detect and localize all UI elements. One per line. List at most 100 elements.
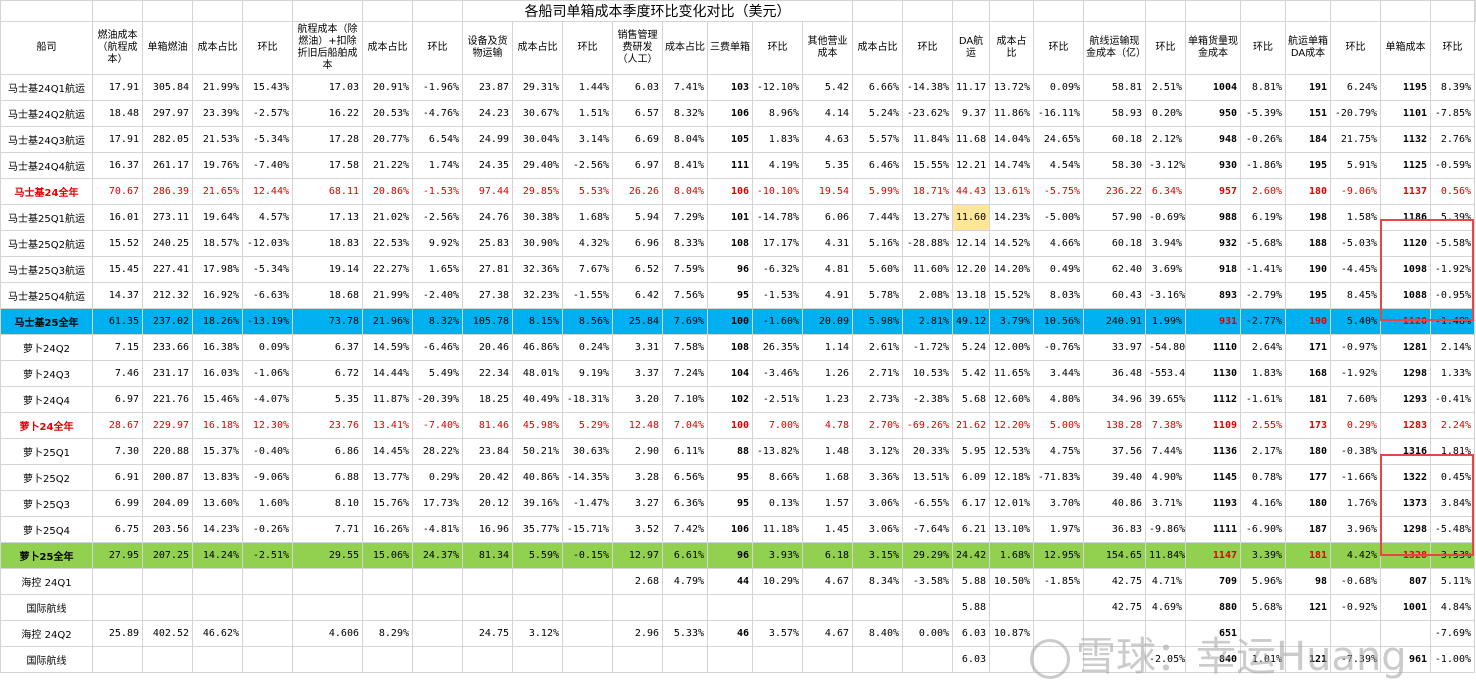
header-cell: 单箱燃油	[142, 21, 193, 75]
table-cell: 23.39%	[192, 100, 243, 127]
table-cell: 6.91	[92, 464, 143, 491]
table-cell: 30.04%	[512, 126, 563, 153]
table-cell: 988	[1185, 204, 1241, 231]
title-spacer	[1033, 0, 1084, 22]
table-cell: 1298	[1380, 516, 1431, 543]
table-cell: 13.72%	[989, 74, 1034, 101]
table-cell: 1109	[1185, 412, 1241, 439]
table-cell: 3.06%	[852, 516, 903, 543]
table-cell: 102	[707, 386, 753, 413]
table-cell	[292, 594, 363, 621]
table-cell: 3.44%	[1033, 360, 1084, 387]
table-cell: 7.44%	[1145, 438, 1186, 465]
table-cell: 1111	[1185, 516, 1241, 543]
title-spacer	[1083, 0, 1146, 22]
table-cell: 5.29%	[562, 412, 613, 439]
table-cell: 893	[1185, 282, 1241, 309]
table-cell: 1.68	[802, 464, 853, 491]
table-cell: 2.68	[612, 568, 663, 595]
title-spacer	[92, 0, 143, 22]
table-cell: -4.07%	[242, 386, 293, 413]
table-cell: 0.49%	[1033, 256, 1084, 283]
carrier-name-cell: 马士基24Q3航运	[0, 126, 93, 153]
table-cell	[92, 568, 143, 595]
table-cell: 1.81%	[1430, 438, 1475, 465]
table-cell: -1.55%	[562, 282, 613, 309]
table-cell: 5.35	[292, 386, 363, 413]
table-cell: 3.70%	[1033, 490, 1084, 517]
table-cell	[412, 568, 463, 595]
table-cell: -2.56%	[562, 152, 613, 179]
table-cell: 8.15%	[512, 308, 563, 335]
table-cell	[192, 568, 243, 595]
table-cell: -2.38%	[902, 386, 953, 413]
table-cell: -0.97%	[1330, 334, 1381, 361]
table-cell: 236.22	[1083, 178, 1146, 205]
table-cell: 4.42%	[1330, 542, 1381, 569]
table-cell: 0.56%	[1430, 178, 1475, 205]
table-cell	[512, 568, 563, 595]
table-cell: 15.45	[92, 256, 143, 283]
table-cell: 30.67%	[512, 100, 563, 127]
table-cell: -1.66%	[1330, 464, 1381, 491]
table-cell: 4.67	[802, 568, 853, 595]
table-cell: 81.34	[462, 542, 513, 569]
table-cell: 2.76%	[1430, 126, 1475, 153]
table-cell: 15.52	[92, 230, 143, 257]
table-cell: -13.82%	[752, 438, 803, 465]
table-cell	[752, 646, 803, 673]
table-cell: 12.48	[612, 412, 663, 439]
header-cell: 环比	[242, 21, 293, 75]
table-cell: 286.39	[142, 178, 193, 205]
table-cell: 402.52	[142, 620, 193, 647]
carrier-name-cell: 国际航线	[0, 646, 93, 673]
table-cell: -5.03%	[1330, 230, 1381, 257]
table-cell: 233.66	[142, 334, 193, 361]
carrier-name-cell: 萝卜24Q4	[0, 386, 93, 413]
table-cell: 7.67%	[562, 256, 613, 283]
table-cell: 49.12	[952, 308, 990, 335]
table-cell: -0.15%	[562, 542, 613, 569]
table-cell: 27.38	[462, 282, 513, 309]
table-cell: 9.19%	[562, 360, 613, 387]
table-cell: -5.58%	[1430, 230, 1475, 257]
table-cell: 1373	[1380, 490, 1431, 517]
table-cell: 18.26%	[192, 308, 243, 335]
title-spacer	[989, 0, 1034, 22]
table-cell: 1.26	[802, 360, 853, 387]
table-cell: 171	[1285, 334, 1331, 361]
table-cell: 24.75	[462, 620, 513, 647]
table-cell: 7.24%	[662, 360, 708, 387]
table-cell: 5.35	[802, 152, 853, 179]
table-row: 马士基25Q3航运 15.45 227.41 17.98% -5.34% 19.14 22.…	[0, 256, 1476, 283]
table-cell: -0.40%	[242, 438, 293, 465]
table-cell: 231.17	[142, 360, 193, 387]
table-row: 马士基25全年 61.35 237.02 18.26% -13.19% 73.78 21.9…	[0, 308, 1476, 335]
table-cell: 7.41%	[662, 74, 708, 101]
table-cell: 11.60	[952, 204, 990, 231]
header-cell: 航运单箱DA成本	[1285, 21, 1331, 75]
table-cell: 40.49%	[512, 386, 563, 413]
table-cell: 1001	[1380, 594, 1431, 621]
table-cell: 17.13	[292, 204, 363, 231]
table-cell: 7.59%	[662, 256, 708, 283]
table-cell: -14.35%	[562, 464, 613, 491]
table-cell: 25.83	[462, 230, 513, 257]
table-cell: 180	[1285, 178, 1331, 205]
table-cell: 21.02%	[362, 204, 413, 231]
table-cell: 12.44%	[242, 178, 293, 205]
table-cell: 6.99	[92, 490, 143, 517]
table-cell: 12.20%	[989, 412, 1034, 439]
table-cell: 3.37	[612, 360, 663, 387]
table-cell: 21.62	[952, 412, 990, 439]
table-cell: -1.00%	[1430, 646, 1475, 673]
table-cell: -5.34%	[242, 126, 293, 153]
table-row: 萝卜25Q3 6.99 204.09 13.60% 1.60% 8.10 15.76% 17.…	[0, 490, 1476, 517]
table-cell: 3.39%	[1240, 542, 1286, 569]
table-cell: 6.96	[612, 230, 663, 257]
table-cell: 5.59%	[512, 542, 563, 569]
table-cell: 932	[1185, 230, 1241, 257]
table-cell: 14.37	[92, 282, 143, 309]
table-cell: 33.97	[1083, 334, 1146, 361]
table-cell: 12.30%	[242, 412, 293, 439]
